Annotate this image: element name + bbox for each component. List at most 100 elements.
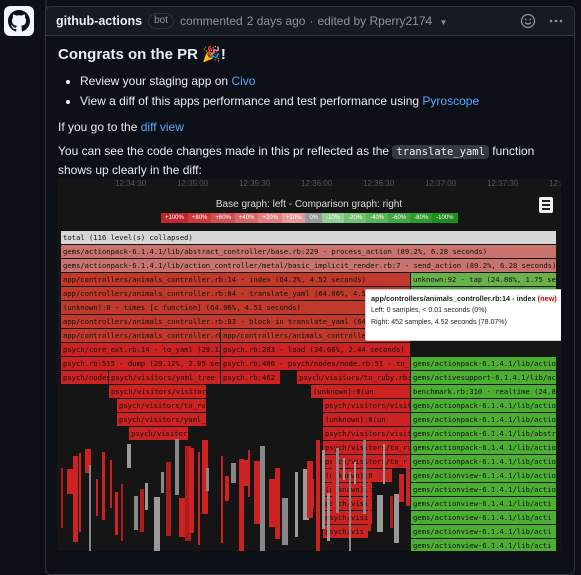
flame-frame[interactable]: gems/actionpack-6.1.4.1/lib/action: [411, 357, 556, 370]
flame-frame[interactable]: psych.rb:462 -: [221, 371, 280, 384]
flame-bar: [231, 463, 236, 483]
flame-frame[interactable]: psych/visitors/yaml_tr: [117, 413, 206, 426]
timeline-tick-label: 12:34:30: [115, 179, 147, 188]
flame-frame[interactable]: psych.rb:283 - load (34.66%, 2.44 second…: [221, 343, 410, 356]
legend-item: +100%: [161, 213, 188, 223]
github-avatar[interactable]: [4, 6, 34, 36]
flame-bar: [189, 448, 194, 533]
legend-item: -60%: [388, 213, 411, 223]
flame-bar: [225, 476, 229, 501]
timeline-tick-label: 12:36:30: [363, 179, 395, 188]
separator-dot: ·: [309, 14, 314, 28]
legend-item: +40%: [234, 213, 259, 223]
flame-bar: [336, 448, 339, 513]
github-logo-icon: [8, 10, 30, 32]
flame-frame[interactable]: gems/actionview-6.1.4.1/lib/actio: [411, 483, 556, 496]
flame-frame[interactable]: gems/actionpack-6.1.4.1/lib/actio: [411, 455, 556, 468]
flame-bar: [61, 468, 63, 528]
flame-frame[interactable]: gems/activesupport-6.1.4.1/lib/act: [411, 371, 556, 384]
pyroscope-link[interactable]: Pyroscope: [422, 94, 479, 108]
flame-frame[interactable]: psych/visitors/visit: [323, 427, 410, 440]
legend-item: -20%: [344, 213, 367, 223]
flame-bar: [349, 472, 351, 551]
legend-item: -40%: [366, 213, 389, 223]
flame-frame[interactable]: gems/actionpack-6.1.4.1/lib/abstract_con…: [61, 245, 556, 258]
flame-frame[interactable]: (unknown):0(un: [311, 385, 410, 398]
flame-frame[interactable]: gems/actionview-6.1.4.1/lib/acti: [411, 539, 556, 551]
bullet-text: View a diff of this apps performance and…: [80, 94, 423, 108]
flame-bar: [134, 496, 138, 530]
inline-code: translate_yaml: [392, 145, 489, 159]
bot-badge: bot: [148, 13, 175, 29]
smiley-icon[interactable]: [520, 13, 536, 29]
flame-bar: [311, 479, 314, 509]
tooltip-left: Left: 0 samples, < 0.01 seconds (0%): [371, 307, 487, 314]
flame-frame[interactable]: app/controllers/animals_controller.rb:14…: [61, 273, 410, 286]
bullet-list: Review your staging app on Civo View a d…: [58, 72, 562, 110]
flamegraph-title: Base graph: left - Comparison graph: rig…: [215, 199, 403, 210]
flame-frame[interactable]: psych/visitors/to_ruby.rb:4: [297, 371, 410, 384]
flame-frame[interactable]: gems/actionview-6.1.4.1/lib/acti: [411, 511, 556, 524]
flame-frame[interactable]: unknown:92 - tap (24.86%, 1.75 se: [411, 273, 556, 286]
comment-header: github-actions bot commented 2 days ago …: [46, 7, 574, 36]
flamegraph-image[interactable]: 12:34:30 12:35:00 12:35:30 12:36:00 12:36:30…: [57, 179, 561, 551]
flame-frame[interactable]: psych/core_ext.rb:14 - to_yaml (29.12%: [61, 343, 220, 356]
timeline-tick-label: 12:37:30: [487, 179, 519, 188]
flame-frame[interactable]: benchmark.rb:310 - realtime (24.8: [411, 385, 556, 398]
tooltip-new-tag: (new): [537, 294, 557, 303]
flame-frame[interactable]: (unknown):0(un: [323, 413, 410, 426]
flame-frame[interactable]: psych/visitors/to_ruby: [129, 427, 188, 440]
flame-frame[interactable]: psych/visitors/visit: [323, 399, 410, 412]
flame-frame[interactable]: psych.rb:400 - psych/nodes/node.rb:51 - …: [221, 357, 410, 370]
flame-frame[interactable]: app/controllers/animals_controller.rb:: [61, 329, 220, 342]
bullet-text: Review your staging app on: [80, 74, 232, 88]
flame-bar: [79, 453, 81, 532]
timeline-tick-label: 12:36:00: [301, 179, 333, 188]
diff-view-link[interactable]: diff view: [141, 120, 184, 134]
flame-bar: [73, 456, 78, 542]
flame-bar: [121, 484, 123, 541]
flame-frame[interactable]: (unknown):0 - times [c function] (64.06%…: [61, 301, 410, 314]
flame-bar: [96, 479, 98, 516]
flame-frame[interactable]: gems/actionview-6.1.4.1/lib/actio: [411, 469, 556, 482]
flame-frame[interactable]: psych/visitors/yaml_tree: [109, 371, 220, 384]
flame-bar: [377, 495, 383, 532]
flame-frame[interactable]: gems/actionpack-6.1.4.1/lib/actio: [411, 413, 556, 426]
timestamp-link[interactable]: 2 days ago: [247, 14, 306, 28]
flame-bar: [322, 450, 325, 529]
civo-link[interactable]: Civo: [231, 74, 255, 88]
flame-bar: [206, 468, 209, 491]
flame-bar: [140, 489, 144, 532]
flame-bar: [115, 492, 118, 535]
flame-frame[interactable]: gems/actionpack-6.1.4.1/lib/action_contr…: [61, 259, 556, 272]
legend-item: -100%: [432, 213, 458, 223]
flame-frame[interactable]: gems/actionview-6.1.4.1/lib/acti: [411, 497, 556, 510]
kebab-menu-icon[interactable]: [548, 13, 564, 29]
commented-label: commented: [180, 14, 243, 28]
flame-frame[interactable]: app/controllers/animals_controller.rb:83…: [61, 315, 410, 328]
author-link[interactable]: github-actions: [56, 14, 142, 28]
flame-frame[interactable]: gems/actionpack-6.1.4.1/lib/actio: [411, 399, 556, 412]
flame-frame[interactable]: psych/visitors/to_ruby: [117, 399, 206, 412]
flame-bar: [275, 468, 280, 539]
list-item: View a diff of this apps performance and…: [80, 92, 562, 110]
flame-bar: [166, 462, 171, 536]
flame-bar: [127, 444, 131, 468]
flame-frame[interactable]: psych/nodes: [61, 371, 108, 384]
flame-bar: [363, 440, 366, 514]
flame-frame[interactable]: gems/actionpack-6.1.4.1/lib/abstr: [411, 427, 556, 440]
flame-bar: [399, 474, 404, 502]
flame-frame[interactable]: app/controllers/animals_controller.rb:84…: [61, 287, 410, 300]
flamegraph-tooltip: app/controllers/animals_controller.rb:14…: [365, 289, 561, 341]
flame-frame[interactable]: total (116 level(s) collapsed): [61, 231, 556, 244]
flame-frame[interactable]: gems/actionview-6.1.4.1/lib/acti: [411, 525, 556, 538]
edited-dropdown[interactable]: edited by Rperry2174 ▼: [317, 14, 447, 28]
flame-frame[interactable]: psych/visitors/visitor.rb: [109, 385, 206, 398]
tooltip-right: Right: 452 samples, 4.52 seconds (78.07%…: [371, 319, 507, 326]
flame-frame[interactable]: gems/actionpack-6.1.4.1/lib/actio: [411, 441, 556, 454]
diff-legend: +100% +80% +60% +40% +20% +10% 0% -10% -20% -40% -…: [161, 213, 458, 223]
timeline-tick-label: 12:37:00: [425, 179, 457, 188]
flame-frame[interactable]: psych.rb:515 - dump (29.12%, 2.05 second…: [61, 357, 220, 370]
hamburger-menu-icon[interactable]: [539, 197, 553, 213]
legend-item: +60%: [211, 213, 235, 223]
